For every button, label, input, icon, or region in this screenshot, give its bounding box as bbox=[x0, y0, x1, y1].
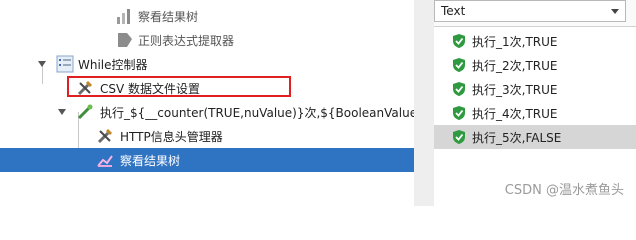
tree-item-view-results-selected[interactable]: 察看结果树 bbox=[0, 148, 414, 172]
tree-item-regex-extractor[interactable]: 正则表达式提取器 bbox=[0, 28, 414, 52]
renderer-select[interactable]: Text bbox=[434, 0, 626, 22]
controller-icon bbox=[56, 55, 74, 73]
tree-item-label: HTTP信息头管理器 bbox=[120, 129, 223, 144]
extractor-icon bbox=[118, 33, 132, 47]
result-item-label: 执行_4次,TRUE bbox=[472, 106, 558, 121]
expand-arrow-icon[interactable] bbox=[58, 109, 66, 115]
chevron-down-icon[interactable] bbox=[611, 9, 619, 14]
result-item-label: 执行_5次,FALSE bbox=[472, 130, 562, 145]
check-shield-icon bbox=[453, 106, 465, 120]
result-item[interactable]: 执行_4次,TRUE bbox=[434, 101, 636, 125]
result-item[interactable]: 执行_1次,TRUE bbox=[434, 29, 636, 53]
sampler-icon bbox=[77, 104, 93, 120]
tree-item-label: 正则表达式提取器 bbox=[138, 33, 235, 48]
tree-item-http-header-manager[interactable]: HTTP信息头管理器 bbox=[0, 124, 414, 148]
check-shield-icon bbox=[453, 82, 465, 96]
result-item[interactable]: 执行_3次,TRUE bbox=[434, 77, 636, 101]
renderer-select-value: Text bbox=[441, 4, 466, 18]
report-icon bbox=[97, 155, 113, 167]
result-item-label: 执行_2次,TRUE bbox=[472, 58, 558, 73]
tree-item-label: 察看结果树 bbox=[138, 9, 199, 24]
tree-item-label: 执行_${__counter(TRUE,nuValue)}次,${Boolean… bbox=[100, 105, 425, 120]
result-item[interactable]: 执行_2次,TRUE bbox=[434, 53, 636, 77]
tree-item-sampler[interactable]: 执行_${__counter(TRUE,nuValue)}次,${Boolean… bbox=[0, 100, 425, 124]
wrench-icon bbox=[97, 128, 113, 144]
test-plan-tree: 察看结果树 正则表达式提取器 While控制器 CSV 数据文件设置 执行_${… bbox=[0, 0, 425, 206]
tree-item-label: While控制器 bbox=[78, 57, 148, 72]
report-icon bbox=[117, 9, 130, 24]
result-item-label: 执行_3次,TRUE bbox=[472, 82, 558, 97]
expand-arrow-icon[interactable] bbox=[38, 61, 46, 67]
tree-item-view-results-top[interactable]: 察看结果树 bbox=[0, 4, 414, 28]
tree-item-label: 察看结果树 bbox=[120, 153, 181, 168]
watermark: CSDN @温水煮鱼头 bbox=[504, 183, 624, 198]
check-shield-icon bbox=[453, 130, 465, 144]
check-shield-icon bbox=[453, 58, 465, 72]
tree-item-while-controller[interactable]: While控制器 bbox=[0, 52, 414, 76]
result-item-label: 执行_1次,TRUE bbox=[472, 34, 558, 49]
pane-splitter[interactable] bbox=[414, 0, 434, 206]
check-shield-icon bbox=[453, 34, 465, 48]
result-item-selected[interactable]: 执行_5次,FALSE bbox=[434, 125, 636, 149]
highlight-box bbox=[67, 76, 291, 97]
